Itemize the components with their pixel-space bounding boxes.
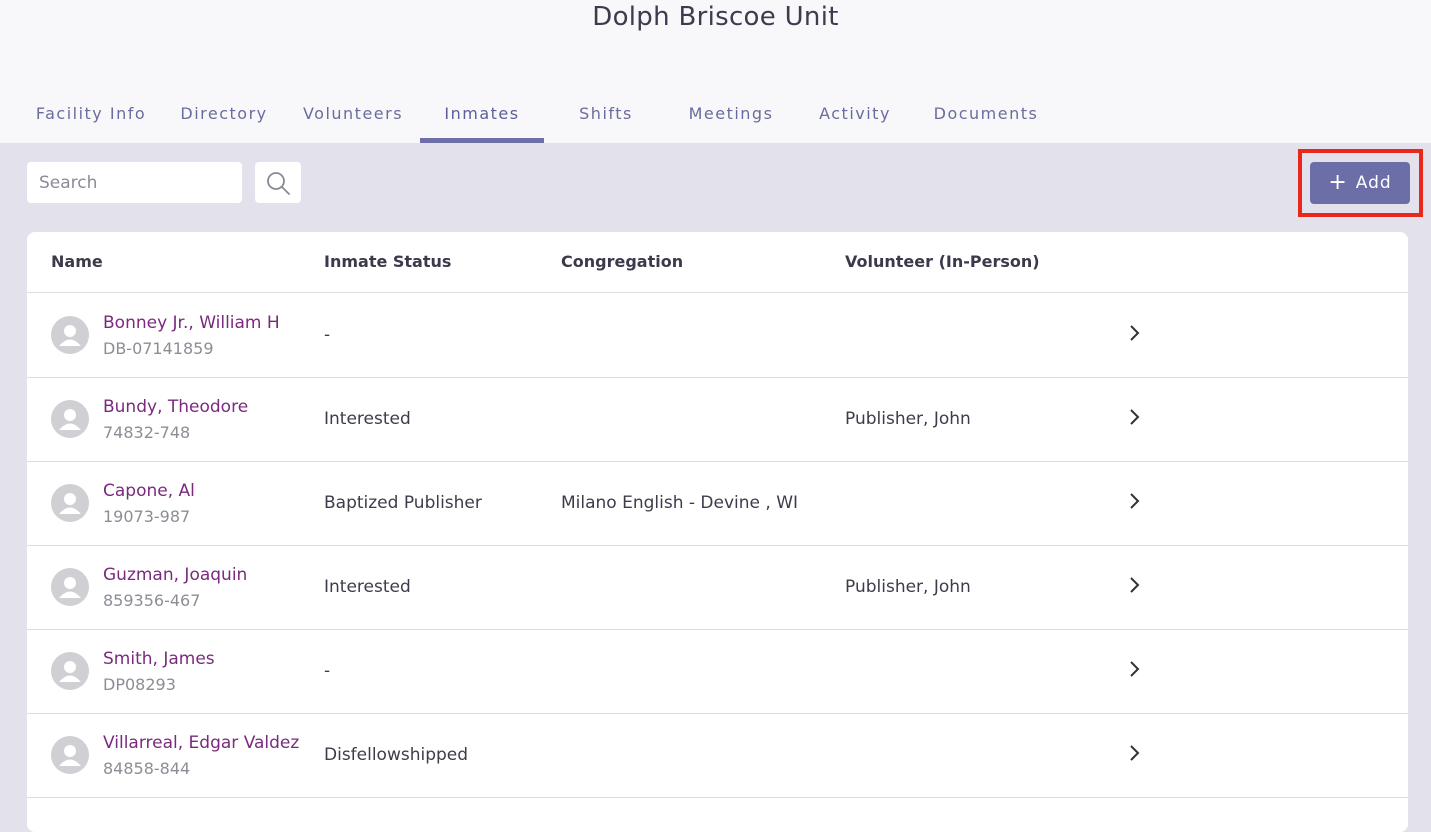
tab-volunteers[interactable]: Volunteers	[292, 100, 414, 143]
add-button[interactable]: + Add	[1310, 162, 1410, 204]
avatar-icon	[51, 568, 89, 606]
avatar-icon	[51, 400, 89, 438]
inmate-status: -	[324, 661, 331, 681]
inmate-id: DB-07141859	[103, 339, 214, 358]
chevron-right-icon[interactable]	[1127, 743, 1143, 763]
volunteer: Publisher, John	[845, 577, 971, 597]
chevron-right-icon[interactable]	[1127, 323, 1143, 343]
tab-documents[interactable]: Documents	[920, 100, 1052, 143]
tab-facility-info[interactable]: Facility Info	[26, 100, 156, 143]
inmates-table: Name Inmate Status Congregation Voluntee…	[27, 232, 1408, 832]
tab-directory[interactable]: Directory	[170, 100, 278, 143]
column-header-volunteer[interactable]: Volunteer (In-Person)	[845, 252, 1040, 271]
tab-shifts[interactable]: Shifts	[556, 100, 656, 143]
table-row[interactable]: Villarreal, Edgar Valdez 84858-844 Disfe…	[27, 713, 1408, 798]
table-row[interactable]: Smith, James DP08293 -	[27, 629, 1408, 714]
page-title: Dolph Briscoe Unit	[592, 2, 839, 32]
search-button[interactable]	[255, 162, 301, 203]
table-row[interactable]: Capone, Al 19073-987 Baptized Publisher …	[27, 461, 1408, 546]
tab-meetings[interactable]: Meetings	[674, 100, 788, 143]
tab-bar: Facility Info Directory Volunteers Inmat…	[0, 100, 1431, 143]
avatar-icon	[51, 484, 89, 522]
avatar-icon	[51, 736, 89, 774]
tab-activity[interactable]: Activity	[806, 100, 904, 143]
inmate-id: 859356-467	[103, 591, 201, 610]
table-row[interactable]: Bonney Jr., William H DB-07141859 -	[27, 293, 1408, 378]
column-header-congregation[interactable]: Congregation	[561, 252, 683, 271]
inmate-name-link[interactable]: Bundy, Theodore	[103, 397, 248, 417]
inmate-name-link[interactable]: Villarreal, Edgar Valdez	[103, 733, 299, 753]
inmate-name-link[interactable]: Bonney Jr., William H	[103, 313, 280, 333]
plus-icon: +	[1328, 170, 1348, 195]
tab-inmates[interactable]: Inmates	[420, 100, 544, 143]
table-row[interactable]: Bundy, Theodore 74832-748 Interested Pub…	[27, 377, 1408, 462]
inmate-id: 84858-844	[103, 759, 191, 778]
table-row[interactable]: Guzman, Joaquin 859356-467 Interested Pu…	[27, 545, 1408, 630]
inmate-status: Disfellowshipped	[324, 745, 469, 765]
column-header-inmate-status[interactable]: Inmate Status	[324, 252, 451, 271]
search-input[interactable]	[27, 162, 242, 203]
avatar-icon	[51, 316, 89, 354]
chevron-right-icon[interactable]	[1127, 575, 1143, 595]
chevron-right-icon[interactable]	[1127, 491, 1143, 511]
add-button-label: Add	[1355, 173, 1392, 193]
inmate-status: Interested	[324, 577, 411, 597]
congregation: Milano English - Devine , WI	[561, 493, 799, 513]
magnifier-icon	[267, 171, 290, 195]
inmate-id: DP08293	[103, 675, 176, 694]
page-header: Dolph Briscoe Unit Facility Info Directo…	[0, 0, 1431, 143]
chevron-right-icon[interactable]	[1127, 407, 1143, 427]
inmate-name-link[interactable]: Smith, James	[103, 649, 215, 669]
inmate-status: -	[324, 325, 331, 345]
inmate-status: Interested	[324, 409, 411, 429]
volunteer: Publisher, John	[845, 409, 971, 429]
inmate-id: 74832-748	[103, 423, 191, 442]
inmate-name-link[interactable]: Guzman, Joaquin	[103, 565, 247, 585]
column-header-name[interactable]: Name	[51, 252, 103, 271]
inmate-name-link[interactable]: Capone, Al	[103, 481, 195, 501]
chevron-right-icon[interactable]	[1127, 659, 1143, 679]
inmate-id: 19073-987	[103, 507, 191, 526]
avatar-icon	[51, 652, 89, 690]
inmate-status: Baptized Publisher	[324, 493, 482, 513]
